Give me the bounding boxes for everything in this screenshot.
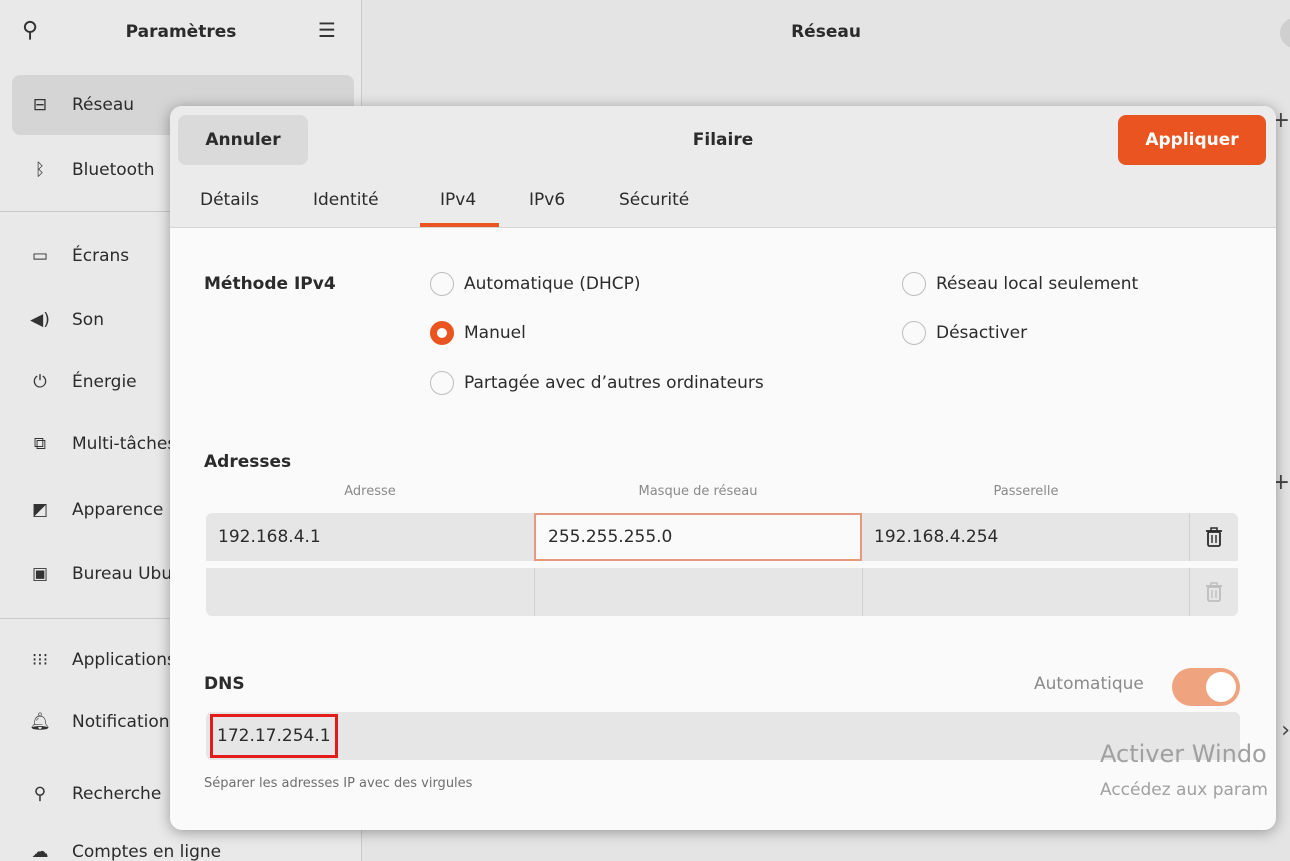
delete-address-button-disabled	[1190, 568, 1238, 616]
display-icon: ▭	[31, 246, 49, 266]
radio-automatic-dhcp[interactable]: Automatique (DHCP)	[430, 272, 641, 296]
cell-divider	[534, 568, 535, 616]
radio-shared[interactable]: Partagée avec d’autres ordinateurs	[430, 371, 764, 395]
apply-button[interactable]: Appliquer	[1118, 115, 1266, 165]
sidebar-item-label: Multi-tâches	[72, 434, 177, 454]
apps-grid-icon: ⁝⁝⁝	[31, 650, 49, 670]
active-tab-indicator	[420, 223, 499, 227]
radio-circle	[430, 371, 454, 395]
dns-value-highlight[interactable]: 172.17.254.1	[210, 714, 338, 758]
tab-ipv6[interactable]: IPv6	[529, 190, 565, 210]
wired-settings-dialog: Annuler Filaire Appliquer Détails Identi…	[170, 106, 1276, 830]
panel-title: Réseau	[791, 22, 861, 42]
gateway-input-empty[interactable]	[862, 568, 1190, 616]
dns-hint-text: Séparer les adresses IP avec des virgule…	[204, 776, 473, 791]
search-icon: ⚲	[33, 784, 47, 804]
hamburger-menu-icon[interactable]: ☰	[318, 18, 336, 42]
sidebar-item-label: Énergie	[72, 372, 137, 392]
multitask-icon: ⧉	[33, 434, 47, 454]
sidebar-item-label: Réseau	[72, 95, 135, 115]
sidebar-item-label: Applications	[72, 650, 176, 670]
column-header-netmask: Masque de réseau	[638, 484, 758, 499]
address-input[interactable]: 192.168.4.1	[206, 513, 534, 561]
dns-automatic-toggle[interactable]	[1172, 668, 1240, 706]
sidebar-title: Paramètres	[125, 22, 237, 42]
addresses-label: Adresses	[204, 452, 292, 472]
sidebar-header: ⚲ Paramètres ☰	[0, 0, 362, 64]
speaker-icon: ◀)	[30, 310, 50, 330]
appearance-icon: ◩	[31, 500, 49, 520]
radio-circle	[902, 321, 926, 345]
radio-manual[interactable]: Manuel	[430, 321, 526, 345]
dialog-header: Annuler Filaire Appliquer Détails Identi…	[170, 106, 1276, 228]
column-header-address: Adresse	[344, 484, 396, 499]
network-icon: ⊟	[32, 95, 48, 115]
radio-disable[interactable]: Désactiver	[902, 321, 1027, 345]
power-icon: ⏻	[33, 372, 47, 392]
activation-watermark-subtitle: Accédez aux param	[1100, 780, 1268, 800]
address-input-empty[interactable]	[206, 568, 534, 616]
radio-label: Manuel	[464, 323, 526, 343]
bluetooth-icon: ᛒ	[34, 160, 46, 180]
tab-security[interactable]: Sécurité	[619, 190, 689, 210]
dialog-title: Filaire	[692, 130, 754, 150]
cell-divider	[1189, 513, 1190, 561]
radio-link-local-only[interactable]: Réseau local seulement	[902, 272, 1138, 296]
tab-ipv4[interactable]: IPv4	[440, 190, 476, 210]
cell-divider	[1189, 568, 1190, 616]
chevron-right-icon[interactable]: ›	[1281, 718, 1290, 743]
tab-identity[interactable]: Identité	[313, 190, 379, 210]
radio-label: Réseau local seulement	[936, 274, 1139, 294]
dns-automatic-label: Automatique	[1034, 674, 1144, 694]
radio-circle-checked	[430, 321, 454, 345]
dns-label: DNS	[204, 674, 245, 694]
radio-label: Automatique (DHCP)	[464, 274, 641, 294]
dns-input[interactable]	[206, 712, 1240, 760]
netmask-input-empty[interactable]	[534, 568, 862, 616]
sidebar-item-label: Bluetooth	[72, 160, 155, 180]
radio-circle	[902, 272, 926, 296]
radio-label: Partagée avec d’autres ordinateurs	[464, 373, 764, 393]
sidebar-item-label: Notifications	[72, 712, 179, 732]
trash-icon	[1206, 527, 1222, 547]
sidebar-item-label: Son	[72, 310, 104, 330]
sidebar-item-label: Écrans	[72, 246, 130, 266]
radio-circle	[430, 272, 454, 296]
delete-address-button[interactable]	[1190, 513, 1238, 561]
radio-label: Désactiver	[936, 323, 1028, 343]
cloud-icon: ☁	[31, 842, 49, 861]
sidebar-item-label: Comptes en ligne	[72, 842, 222, 861]
trash-icon	[1206, 582, 1222, 602]
netmask-input[interactable]: 255.255.255.0	[534, 513, 862, 561]
sidebar-item-label: Apparence	[72, 500, 164, 520]
toggle-knob	[1206, 672, 1236, 702]
sidebar-item-label: Recherche	[72, 784, 162, 804]
desktop-icon: ▣	[31, 564, 49, 584]
column-header-gateway: Passerelle	[993, 484, 1059, 499]
gateway-input[interactable]: 192.168.4.254	[862, 513, 1190, 561]
cell-divider	[862, 568, 863, 616]
tab-details[interactable]: Détails	[200, 190, 259, 210]
activation-watermark-title: Activer Windo	[1100, 740, 1267, 768]
bell-icon: 🔔︎	[29, 712, 51, 732]
ipv4-method-label: Méthode IPv4	[204, 274, 336, 294]
